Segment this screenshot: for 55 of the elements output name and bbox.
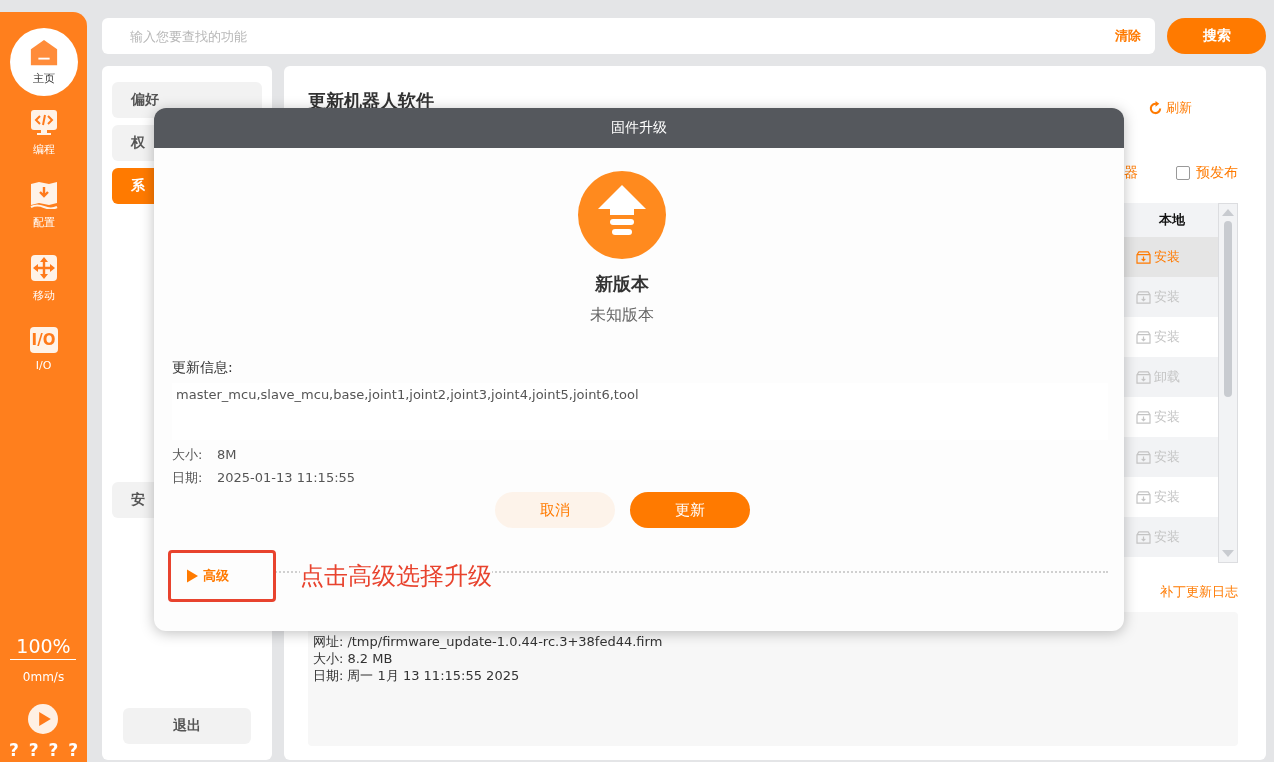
patch-log-link[interactable]: 补丁更新日志 xyxy=(1160,583,1238,601)
info-text: master_mcu,slave_mcu,base,joint1,joint2,joint3,joint4,joint5,joint6,tool xyxy=(176,387,639,402)
version-text: 未知版本 xyxy=(590,305,654,326)
triangle-icon xyxy=(187,569,198,583)
play-button[interactable] xyxy=(28,704,59,734)
info-label: 更新信息: xyxy=(172,359,234,377)
box-download-icon xyxy=(1136,530,1151,544)
nav-item[interactable]: I/O I/O xyxy=(29,327,58,388)
column-header: 本地 xyxy=(1158,211,1186,229)
home-button[interactable]: 主页 xyxy=(9,28,78,96)
code-icon xyxy=(29,108,58,136)
detail-label: 大小: xyxy=(313,651,344,666)
status-text: ? ? ? ? xyxy=(8,740,79,760)
box-download-icon xyxy=(1136,290,1151,304)
speed-readout: 0mm/s xyxy=(22,670,65,684)
box-download-icon xyxy=(1136,450,1151,464)
speed-ratio: 100% xyxy=(10,635,77,660)
scrollbar[interactable] xyxy=(1218,203,1238,563)
fact-label: 大小: xyxy=(172,446,204,463)
box-download-icon xyxy=(1136,330,1151,344)
fact-label: 日期: xyxy=(172,469,204,486)
map-download-icon xyxy=(29,181,58,209)
search-button[interactable]: 搜索 xyxy=(1167,18,1266,54)
nav-item[interactable]: 移动 xyxy=(29,254,58,315)
search-field[interactable]: 输入您要查找的功能 清除 xyxy=(102,18,1155,54)
dialog-heading: 新版本 xyxy=(595,272,649,296)
fact-value: 2025-01-13 11:15:55 xyxy=(217,470,356,485)
refresh-icon xyxy=(1148,100,1163,116)
box-download-icon xyxy=(1136,370,1151,384)
io-badge: I/O xyxy=(29,327,58,353)
nav-item[interactable]: 配置 xyxy=(29,181,58,242)
move-arrows-icon xyxy=(29,254,58,282)
detail-label: 日期: xyxy=(313,668,344,683)
prerelease-checkbox[interactable]: 预发布 xyxy=(1176,164,1238,182)
box-download-icon xyxy=(1136,490,1151,504)
dialog-title: 固件升级 xyxy=(154,108,1124,148)
nav-item[interactable]: 编程 xyxy=(29,108,58,169)
box-download-icon xyxy=(1136,410,1151,424)
logout-button[interactable]: 退出 xyxy=(123,708,251,744)
advanced-toggle[interactable]: 高级 xyxy=(171,566,235,586)
fact-value: 8M xyxy=(217,447,237,462)
install-button[interactable]: 安装 xyxy=(1126,247,1218,267)
play-icon xyxy=(39,712,51,726)
box-download-icon xyxy=(1136,250,1151,264)
partial-label: 器 xyxy=(1124,164,1138,182)
refresh-button[interactable]: 刷新 xyxy=(1142,98,1198,118)
detail-value: 周一 1月 13 11:15:55 2025 xyxy=(347,668,520,683)
clear-button[interactable]: 清除 xyxy=(1115,27,1141,45)
detail-value: /tmp/firmware_update-1.0.44-rc.3+38fed44.firm xyxy=(347,634,663,649)
dialog-button[interactable]: 更新 xyxy=(629,492,750,528)
dialog-button[interactable]: 取消 xyxy=(494,492,615,528)
detail-label: 网址: xyxy=(313,634,344,649)
house-icon xyxy=(28,38,59,68)
upload-icon xyxy=(578,171,666,259)
detail-value: 8.2 MB xyxy=(347,651,393,666)
